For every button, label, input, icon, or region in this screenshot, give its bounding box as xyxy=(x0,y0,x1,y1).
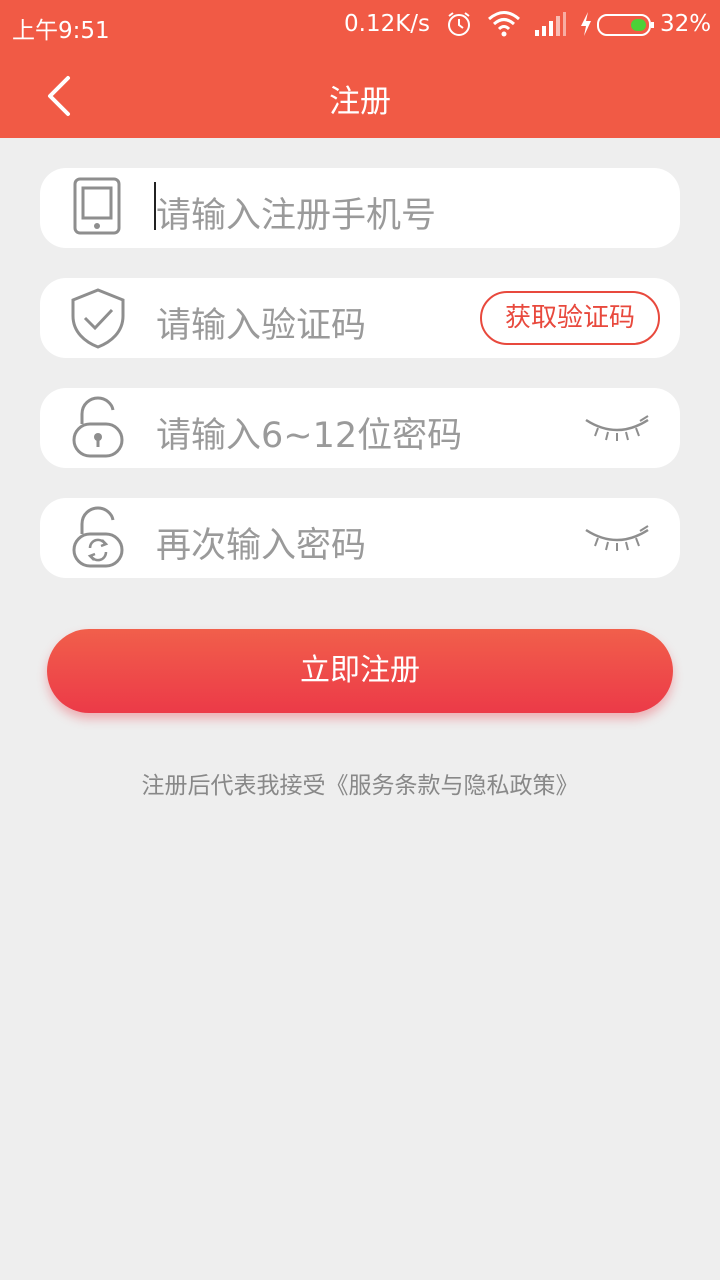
register-button[interactable]: 立即注册 xyxy=(47,629,673,713)
terms-link[interactable]: 注册后代表我接受《服务条款与隐私政策》 xyxy=(0,766,720,800)
page-title: 注册 xyxy=(329,84,391,120)
confirm-password-input-placeholder[interactable]: 再次输入密码 xyxy=(156,517,366,568)
status-time: 上午9:51 xyxy=(12,18,110,44)
lock-refresh-icon xyxy=(72,506,124,568)
confirm-password-field[interactable]: 再次输入密码 xyxy=(40,498,680,578)
lock-icon xyxy=(72,396,124,458)
eye-closed-icon[interactable] xyxy=(584,522,650,552)
status-net-speed: 0.12K/s xyxy=(344,11,431,37)
eye-closed-icon[interactable] xyxy=(584,412,650,442)
status-bar: 上午9:51 0.12K/s 32% xyxy=(0,0,720,52)
wifi-icon xyxy=(488,11,520,37)
password-field[interactable]: 请输入6~12位密码 xyxy=(40,388,680,468)
phone-field[interactable]: 请输入注册手机号 xyxy=(40,168,680,248)
password-input-placeholder[interactable]: 请输入6~12位密码 xyxy=(156,407,462,458)
phone-icon xyxy=(73,177,121,235)
phone-input-placeholder[interactable]: 请输入注册手机号 xyxy=(156,187,436,238)
verification-code-field[interactable]: 请输入验证码 获取验证码 xyxy=(40,278,680,358)
verification-code-input-placeholder[interactable]: 请输入验证码 xyxy=(156,297,366,348)
get-code-button[interactable]: 获取验证码 xyxy=(480,291,660,345)
charging-icon xyxy=(581,12,591,36)
status-battery-percent: 32% xyxy=(660,11,712,37)
app-bar: 注册 xyxy=(0,52,720,138)
battery-icon xyxy=(597,14,654,36)
alarm-icon xyxy=(448,12,470,36)
shield-check-icon xyxy=(71,288,125,349)
signal-icon xyxy=(535,12,566,36)
